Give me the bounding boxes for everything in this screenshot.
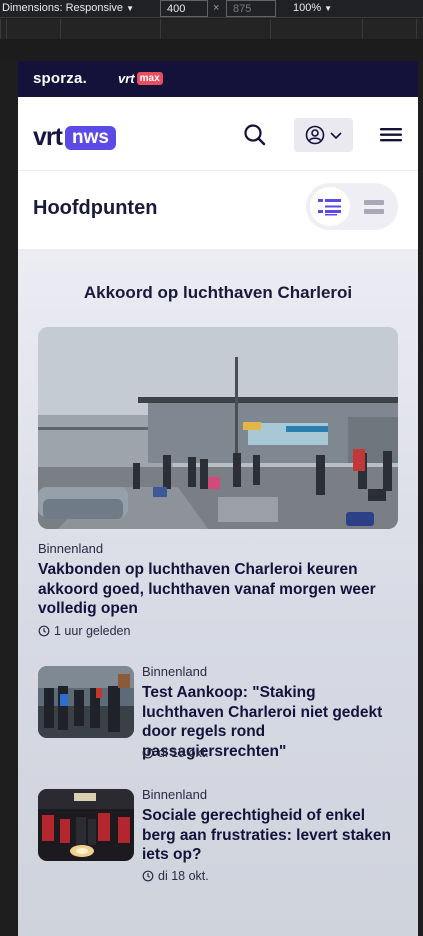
- page-title: Hoofdpunten: [33, 197, 158, 219]
- list-item[interactable]: Binnenland Test Aankoop: "Staking luchth…: [38, 664, 398, 760]
- brand-bar: sporza. vrt max: [18, 61, 418, 97]
- height-input[interactable]: 875: [226, 0, 276, 17]
- list-item[interactable]: Binnenland Sociale gerechtigheid of enke…: [38, 787, 400, 883]
- list-view-icon: [318, 198, 341, 215]
- logo-vrt-text: vrt: [33, 123, 63, 151]
- clock-icon: [142, 870, 154, 882]
- airport-photo: [38, 327, 398, 529]
- caret-down-icon: ▼: [126, 4, 134, 13]
- devtools-toolbar: Dimensions: Responsive ▼ 400 × 875 100% ▼: [0, 0, 423, 18]
- vrt-nws-logo[interactable]: vrt nws: [33, 123, 116, 152]
- item-category: Binnenland: [142, 664, 208, 679]
- vrt-max-link[interactable]: vrt max: [118, 71, 163, 86]
- menu-icon: [380, 128, 402, 142]
- page-viewport: sporza. vrt max vrt nws Hoofdpunten Akko…: [18, 61, 418, 936]
- item-category: Binnenland: [142, 787, 208, 802]
- times-sign: ×: [213, 2, 220, 14]
- article-thumbnail: [38, 666, 134, 738]
- user-icon: [305, 125, 324, 145]
- width-input[interactable]: 400: [160, 0, 208, 17]
- protest-photo: [38, 789, 134, 861]
- hero-category: Binnenland: [38, 541, 104, 556]
- article-thumbnail: [38, 789, 134, 861]
- item-timestamp: di 18 okt.: [142, 746, 209, 760]
- view-toggle: [306, 183, 398, 230]
- ruler: [0, 39, 423, 61]
- hero-timestamp: 1 uur geleden: [38, 624, 130, 638]
- menu-button[interactable]: [379, 125, 403, 145]
- item-time-text: di 18 okt.: [158, 869, 209, 883]
- caret-down-icon: ▼: [324, 4, 333, 13]
- zoom-label: 100%: [293, 2, 322, 14]
- clock-icon: [142, 747, 154, 759]
- hero-time-text: 1 uur geleden: [54, 624, 131, 638]
- list-view-button[interactable]: [310, 187, 350, 226]
- dimensions-label: Dimensions: Responsive: [2, 2, 124, 14]
- sporza-link[interactable]: sporza.: [33, 70, 87, 87]
- search-icon: [244, 124, 266, 146]
- account-button[interactable]: [294, 118, 353, 152]
- crowd-photo: [38, 666, 134, 738]
- media-query-bar: [0, 19, 423, 39]
- max-badge: max: [136, 72, 163, 85]
- clock-icon: [38, 625, 50, 637]
- main-navbar: vrt nws: [18, 97, 418, 171]
- item-timestamp: di 18 okt.: [142, 869, 209, 883]
- item-time-text: di 18 okt.: [158, 746, 209, 760]
- zoom-dropdown[interactable]: 100% ▼: [293, 2, 332, 14]
- chevron-down-icon: [329, 132, 342, 140]
- compact-view-button[interactable]: [354, 187, 394, 226]
- logo-nws-text: nws: [64, 125, 116, 150]
- search-button[interactable]: [242, 122, 268, 148]
- compact-view-icon: [364, 199, 384, 214]
- vrt-label: vrt: [118, 71, 135, 86]
- sporza-label: sporza: [33, 70, 83, 87]
- topic-title: Akkoord op luchthaven Charleroi: [83, 283, 353, 302]
- item-headline-link[interactable]: Sociale gerechtigheid of enkel berg aan …: [142, 806, 400, 865]
- news-feed: Akkoord op luchthaven Charleroi Binnenla…: [18, 249, 418, 936]
- hero-article-image[interactable]: [38, 327, 398, 529]
- section-header: Hoofdpunten: [18, 171, 418, 249]
- sporza-dot: .: [82, 70, 87, 87]
- dimensions-dropdown[interactable]: Dimensions: Responsive ▼: [2, 2, 134, 14]
- hero-headline-link[interactable]: Vakbonden op luchthaven Charleroi keuren…: [38, 560, 398, 619]
